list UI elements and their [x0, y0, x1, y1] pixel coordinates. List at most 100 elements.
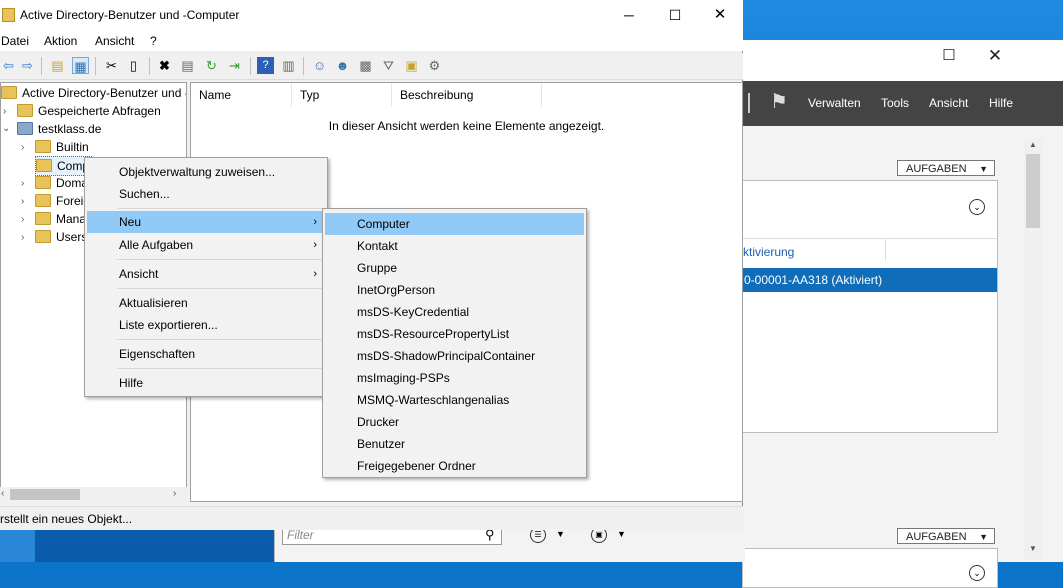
sm-selected-row[interactable]: 0-00001-AA318 (Aktiviert): [743, 268, 997, 292]
sm-tasks-button-2[interactable]: AUFGABEN ▼: [897, 528, 995, 544]
scroll-down-icon[interactable]: ▼: [1029, 544, 1037, 553]
menu-item-properties[interactable]: Eigenschaften: [87, 343, 325, 365]
folder-icon: [35, 230, 51, 243]
new-group-icon[interactable]: ☻: [334, 57, 351, 74]
add-to-group-icon[interactable]: ⚙: [426, 57, 443, 74]
expand-icon[interactable]: ›: [21, 178, 24, 189]
filter-icon[interactable]: ⛛: [380, 57, 397, 74]
expand-icon[interactable]: ›: [21, 214, 24, 225]
collapse-circle-icon[interactable]: ⌄: [969, 199, 985, 215]
tree-item-foreign[interactable]: Foreig: [35, 192, 90, 210]
new-item-resourcepropertylist[interactable]: msDS-ResourcePropertyList: [325, 323, 584, 345]
new-item-shadowprincipalcontainer[interactable]: msDS-ShadowPrincipalContainer: [325, 345, 584, 367]
tree-item-builtin[interactable]: Builtin: [35, 138, 89, 156]
menu-item-search[interactable]: Suchen...: [87, 183, 325, 205]
find-icon[interactable]: ▣: [403, 57, 420, 74]
new-item-user[interactable]: Benutzer: [325, 433, 584, 455]
sm-column-header[interactable]: ktivierung: [743, 243, 794, 261]
new-item-computer[interactable]: Computer: [325, 213, 584, 235]
tree-item-domain-controllers[interactable]: Doma: [35, 174, 88, 192]
context-menu: Objektverwaltung zuweisen... Suchen... N…: [84, 157, 328, 397]
menu-datei[interactable]: Datei: [1, 34, 29, 48]
column-header-type[interactable]: Typ: [292, 83, 392, 107]
menu-aktion[interactable]: Aktion: [44, 34, 77, 48]
cut-icon[interactable]: ✂: [103, 57, 120, 74]
new-item-keycredential[interactable]: msDS-KeyCredential: [325, 301, 584, 323]
submenu-new: Computer Kontakt Gruppe InetOrgPerson ms…: [322, 208, 587, 478]
delete-icon[interactable]: ✖: [156, 57, 173, 74]
new-item-printer[interactable]: Drucker: [325, 411, 584, 433]
refresh-icon[interactable]: ↻: [203, 57, 220, 74]
expand-icon[interactable]: ›: [21, 196, 24, 207]
new-item-contact[interactable]: Kontakt: [325, 235, 584, 257]
help-icon[interactable]: ?: [257, 57, 274, 74]
tree-item-users[interactable]: Users: [35, 228, 87, 246]
maximize-button[interactable]: ☐: [652, 0, 698, 30]
menu-item-delegate[interactable]: Objektverwaltung zuweisen...: [87, 161, 325, 183]
tree-item-domain[interactable]: testklass.de: [17, 120, 101, 138]
show-tree-icon[interactable]: ▦: [72, 57, 89, 74]
tree-item-saved-queries[interactable]: Gespeicherte Abfragen: [17, 102, 161, 120]
new-item-msmq-alias[interactable]: MSMQ-Warteschlangenalias: [325, 389, 584, 411]
back-icon[interactable]: ⇦: [0, 57, 17, 74]
expand-icon[interactable]: ›: [21, 232, 24, 243]
scroll-up-icon[interactable]: ▲: [1029, 140, 1037, 149]
collapse-circle-icon[interactable]: ⌄: [969, 565, 985, 581]
chevron-right-icon: ›: [313, 216, 317, 228]
minimize-button[interactable]: ─: [606, 0, 652, 30]
chevron-right-icon: ›: [313, 239, 317, 251]
sm-vertical-scrollbar[interactable]: ▲ ▼: [1024, 138, 1042, 560]
sm-menu-ansicht[interactable]: Ansicht: [929, 96, 968, 110]
tree-scroll-thumb[interactable]: [10, 489, 80, 500]
menu-item-all-tasks[interactable]: Alle Aufgaben ›: [87, 234, 325, 256]
sm-menu-tools[interactable]: Tools: [881, 96, 909, 110]
menu-item-refresh[interactable]: Aktualisieren: [87, 292, 325, 314]
export-list-icon[interactable]: ⇥: [226, 57, 243, 74]
menu-item-new[interactable]: Neu ›: [87, 211, 325, 233]
new-item-inetorgperson[interactable]: InetOrgPerson: [325, 279, 584, 301]
forward-icon[interactable]: ⇨: [19, 57, 36, 74]
close-button[interactable]: ✕: [697, 0, 743, 30]
copy-icon[interactable]: ▯: [125, 57, 142, 74]
tree-item-managed[interactable]: Mana: [35, 210, 86, 228]
action-pane-icon[interactable]: ▥: [280, 57, 297, 74]
collapse-icon[interactable]: ⌄: [2, 123, 10, 134]
chevron-down-icon[interactable]: ▼: [617, 529, 626, 539]
new-user-icon[interactable]: ☺: [311, 57, 328, 74]
menu-separator: [117, 208, 323, 209]
domain-icon: [17, 122, 33, 135]
new-ou-icon[interactable]: ▩: [357, 57, 374, 74]
menu-item-export-list[interactable]: Liste exportieren...: [87, 314, 325, 336]
toolbar-separator: [149, 57, 150, 75]
menu-separator: [117, 288, 323, 289]
sm-menu-hilfe[interactable]: Hilfe: [989, 96, 1013, 110]
menu-item-view[interactable]: Ansicht ›: [87, 263, 325, 285]
sm-tasks-button-1[interactable]: AUFGABEN ▼: [897, 160, 995, 176]
scroll-left-icon[interactable]: ‹: [1, 488, 4, 499]
expand-icon[interactable]: ›: [3, 106, 6, 117]
properties-icon[interactable]: ▤: [179, 57, 196, 74]
scroll-right-icon[interactable]: ›: [173, 488, 176, 499]
flag-icon[interactable]: ⚑: [770, 89, 788, 114]
column-header-description[interactable]: Beschreibung: [392, 83, 542, 107]
new-item-shared-folder[interactable]: Freigegebener Ordner: [325, 455, 584, 477]
up-folder-icon[interactable]: ▤: [49, 57, 66, 74]
tree-item-label: Gespeicherte Abfragen: [38, 104, 161, 118]
sm-menu-verwalten[interactable]: Verwalten: [808, 96, 861, 110]
titlebar: Active Directory-Benutzer und -Computer …: [0, 0, 743, 31]
new-item-msimaging-psps[interactable]: msImaging-PSPs: [325, 367, 584, 389]
expand-icon[interactable]: ›: [21, 142, 24, 153]
column-header-name[interactable]: Name: [191, 83, 292, 107]
chevron-down-icon[interactable]: ▼: [556, 529, 565, 539]
sm-scroll-thumb[interactable]: [1026, 154, 1040, 228]
menu-ansicht[interactable]: Ansicht: [95, 34, 134, 48]
new-item-group[interactable]: Gruppe: [325, 257, 584, 279]
tree-root[interactable]: Active Directory-Benutzer und -: [1, 84, 186, 102]
menu-help[interactable]: ?: [150, 34, 157, 48]
sm-maximize-button[interactable]: ☐: [926, 40, 972, 72]
menu-item-help[interactable]: Hilfe: [87, 372, 325, 394]
tree-hscrollbar[interactable]: ‹ ›: [0, 487, 187, 502]
toolbar-separator: [250, 57, 251, 75]
sm-panel-2: ⌄: [742, 548, 998, 588]
sm-close-button[interactable]: ✕: [972, 40, 1018, 72]
